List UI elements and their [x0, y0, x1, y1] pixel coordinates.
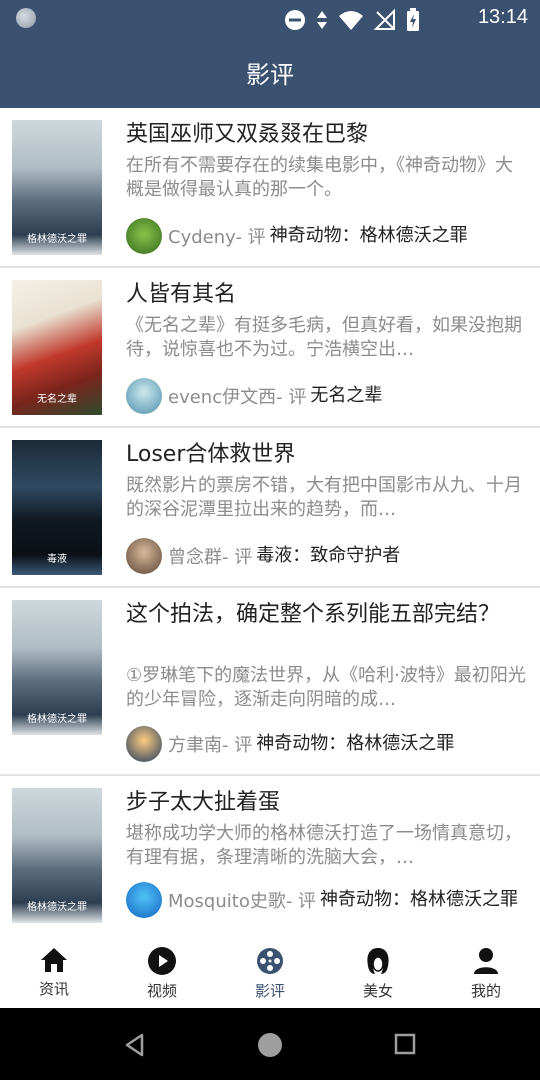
review-summary: 既然影片的票房不错，大有把中国影市从九、十月的深谷泥潭里拉出来的趋势，而…: [126, 475, 522, 520]
movie-poster: 毒液: [12, 440, 102, 575]
status-icons: [284, 8, 420, 32]
review-author: 曾念群- 评: [168, 547, 253, 568]
status-bar: 13:14: [0, 0, 540, 36]
recents-icon[interactable]: [393, 1032, 417, 1056]
avatar: [126, 538, 162, 574]
woman-face-icon: [367, 948, 389, 974]
poster-caption: 格林德沃之罪: [27, 234, 87, 245]
movie-name[interactable]: 无名之辈: [310, 385, 382, 407]
no-signal-icon: [374, 9, 395, 30]
tab-beauty[interactable]: 美女: [324, 938, 432, 1008]
review-title: 人皆有其名: [126, 282, 237, 307]
review-summary: 《无名之辈》有挺多毛病，但真好看，如果没抱期待，说惊喜也不为过。宁浩横空出…: [126, 315, 522, 360]
person-icon: [474, 948, 498, 974]
back-icon[interactable]: [122, 1032, 148, 1058]
movie-name[interactable]: 神奇动物：格林德沃之罪: [320, 889, 518, 911]
wifi-icon: [339, 11, 363, 30]
poster-caption: 无名之辈: [37, 394, 77, 405]
notification-icon: [16, 8, 36, 28]
review-title: 这个拍法，确定整个系列能五部完结？: [126, 602, 501, 627]
review-author: 方聿南- 评: [168, 735, 253, 756]
battery-charging-icon: [407, 8, 419, 31]
movie-poster: 格林德沃之罪: [12, 788, 102, 923]
tab-video[interactable]: 视频: [108, 938, 216, 1008]
review-item[interactable]: 无名之辈 人皆有其名 《无名之辈》有挺多毛病，但真好看，如果没抱期待，说惊喜也不…: [0, 268, 540, 428]
avatar: [126, 378, 162, 414]
data-arrows-icon: [317, 11, 327, 29]
review-author: evenc伊文西- 评: [168, 387, 307, 408]
page-title: 影评: [246, 60, 294, 89]
tab-mine[interactable]: 我的: [432, 938, 540, 1008]
review-meta: 曾念群- 评 毒液：致命守护者: [126, 538, 528, 574]
system-nav-bar: [0, 1008, 540, 1080]
review-meta: Cydeny- 评 神奇动物：格林德沃之罪: [126, 218, 528, 254]
movie-name[interactable]: 神奇动物：格林德沃之罪: [256, 733, 454, 755]
review-item[interactable]: 毒液 Loser合体救世界 既然影片的票房不错，大有把中国影市从九、十月的深谷泥…: [0, 428, 540, 588]
clock: 13:14: [477, 6, 528, 28]
review-item[interactable]: 格林德沃之罪 英国巫师又双叒叕在巴黎 在所有不需要存在的续集电影中，《神奇动物》…: [0, 108, 540, 268]
play-icon: [148, 947, 176, 975]
poster-caption: 格林德沃之罪: [27, 714, 87, 725]
tab-news[interactable]: 资讯: [0, 938, 108, 1008]
home-icon: [41, 948, 67, 972]
review-summary: 在所有不需要存在的续集电影中，《神奇动物》大概是做得最认真的那一个。: [126, 155, 513, 200]
film-reel-icon: [257, 948, 283, 974]
poster-caption: 格林德沃之罪: [27, 902, 87, 913]
tab-label: 美女: [362, 982, 393, 1000]
app-bar: 影评: [0, 36, 540, 108]
review-list[interactable]: 格林德沃之罪 英国巫师又双叒叕在巴黎 在所有不需要存在的续集电影中，《神奇动物》…: [0, 108, 540, 938]
review-author: Mosquito史歌- 评: [168, 891, 317, 912]
review-meta: Mosquito史歌- 评 神奇动物：格林德沃之罪: [126, 882, 528, 918]
do-not-disturb-icon: [285, 10, 305, 30]
bottom-tab-bar: 资讯 视频 影评 美女 我的: [0, 938, 540, 1008]
review-summary: ①罗琳笔下的魔法世界，从《哈利·波特》最初阳光的少年冒险，逐渐走向阴暗的成…: [126, 665, 526, 710]
review-title: 步子太大扯着蛋: [126, 790, 281, 815]
review-item[interactable]: 格林德沃之罪 这个拍法，确定整个系列能五部完结？ ①罗琳笔下的魔法世界，从《哈利…: [0, 588, 540, 776]
poster-caption: 毒液: [47, 554, 67, 565]
movie-name[interactable]: 神奇动物：格林德沃之罪: [270, 225, 468, 247]
review-author: Cydeny- 评: [168, 227, 266, 248]
review-meta: evenc伊文西- 评 无名之辈: [126, 378, 528, 414]
avatar: [126, 726, 162, 762]
movie-poster: 格林德沃之罪: [12, 600, 102, 735]
tab-reviews[interactable]: 影评: [216, 938, 324, 1008]
movie-name[interactable]: 毒液：致命守护者: [256, 545, 400, 567]
avatar: [126, 882, 162, 918]
review-title: Loser合体救世界: [126, 442, 296, 467]
review-meta: 方聿南- 评 神奇动物：格林德沃之罪: [126, 726, 528, 762]
review-summary: 堪称成功学大师的格林德沃打造了一场情真意切，有理有据，条理清晰的洗脑大会，…: [126, 823, 522, 868]
home-nav-icon[interactable]: [257, 1032, 283, 1058]
tab-label: 影评: [254, 982, 285, 1000]
movie-poster: 格林德沃之罪: [12, 120, 102, 255]
movie-poster: 无名之辈: [12, 280, 102, 415]
tab-label: 我的: [470, 982, 501, 1000]
tab-label: 资讯: [38, 980, 69, 998]
review-title: 英国巫师又双叒叕在巴黎: [126, 122, 369, 147]
review-item[interactable]: 格林德沃之罪 步子太大扯着蛋 堪称成功学大师的格林德沃打造了一场情真意切，有理有…: [0, 776, 540, 938]
tab-label: 视频: [146, 982, 177, 1000]
avatar: [126, 218, 162, 254]
